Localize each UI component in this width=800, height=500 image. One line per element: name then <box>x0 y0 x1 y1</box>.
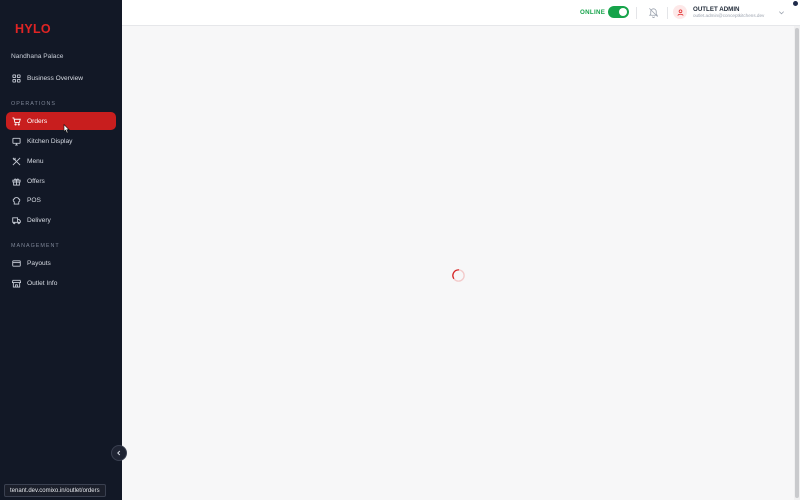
mouse-pointer-icon <box>63 124 70 134</box>
browser-status-url: tenant.dev.comixo.in/outlet/orders <box>4 484 106 497</box>
online-toggle[interactable] <box>608 6 629 18</box>
sidebar-item-label: Outlet Info <box>27 279 58 287</box>
sidebar-item-business-overview[interactable]: Business Overview <box>6 69 116 87</box>
sidebar-item-label: Business Overview <box>27 74 84 82</box>
user-icon <box>676 8 684 16</box>
sidebar-item-pos[interactable]: POS <box>6 191 116 209</box>
section-title-management: MANAGEMENT <box>11 243 60 249</box>
card-icon <box>12 259 21 268</box>
sidebar-collapse-button[interactable] <box>111 445 127 461</box>
top-header: ONLINE OUTLET ADMIN outlet.admin@concept… <box>122 0 800 26</box>
sidebar-item-payouts[interactable]: Payouts <box>6 254 116 272</box>
gift-icon <box>12 177 21 186</box>
monitor-icon <box>12 137 21 146</box>
sidebar-item-orders[interactable]: Orders <box>6 112 116 130</box>
sidebar-item-offers[interactable]: Offers <box>6 172 116 190</box>
brand-logo[interactable]: HYLO <box>15 22 51 36</box>
sidebar-item-label: Orders <box>27 117 48 125</box>
grid-icon <box>12 73 21 83</box>
avatar[interactable] <box>673 5 687 19</box>
sidebar-item-kitchen-display[interactable]: Kitchen Display <box>6 132 116 150</box>
outlet-name: Nandhana Palace <box>11 53 64 60</box>
main-scrollbar[interactable] <box>794 26 800 500</box>
truck-icon <box>12 216 21 225</box>
sidebar-item-label: Kitchen Display <box>27 137 73 145</box>
sidebar: HYLO Nandhana Palace Business Overview O… <box>0 0 122 500</box>
sidebar-item-delivery[interactable]: Delivery <box>6 211 116 229</box>
cart-icon <box>12 116 21 126</box>
user-role[interactable]: OUTLET ADMIN <box>693 6 740 13</box>
store-icon <box>12 279 21 288</box>
sidebar-item-menu[interactable]: Menu <box>6 152 116 170</box>
loading-spinner-icon <box>452 269 465 282</box>
chef-hat-icon <box>12 196 21 205</box>
sidebar-item-outlet-info[interactable]: Outlet Info <box>6 274 116 292</box>
online-status-label: ONLINE <box>580 9 606 16</box>
notification-dot <box>793 1 798 6</box>
section-title-operations: OPERATIONS <box>11 101 56 107</box>
chevron-down-icon[interactable] <box>778 9 785 16</box>
header-divider <box>636 7 637 19</box>
header-divider <box>667 7 668 19</box>
sidebar-item-label: Offers <box>27 177 45 185</box>
sidebar-item-label: Delivery <box>27 216 51 224</box>
user-email: outlet.admin@conceptkitchens.dev <box>693 13 765 18</box>
main-content <box>122 26 794 500</box>
chevron-left-icon <box>117 450 121 456</box>
sidebar-item-label: Menu <box>27 157 44 165</box>
sidebar-item-label: Payouts <box>27 259 51 267</box>
sidebar-item-label: POS <box>27 196 41 204</box>
utensils-icon <box>12 157 21 166</box>
toggle-knob <box>619 8 627 16</box>
bell-off-icon[interactable] <box>648 7 659 18</box>
scrollbar-thumb[interactable] <box>795 28 799 498</box>
